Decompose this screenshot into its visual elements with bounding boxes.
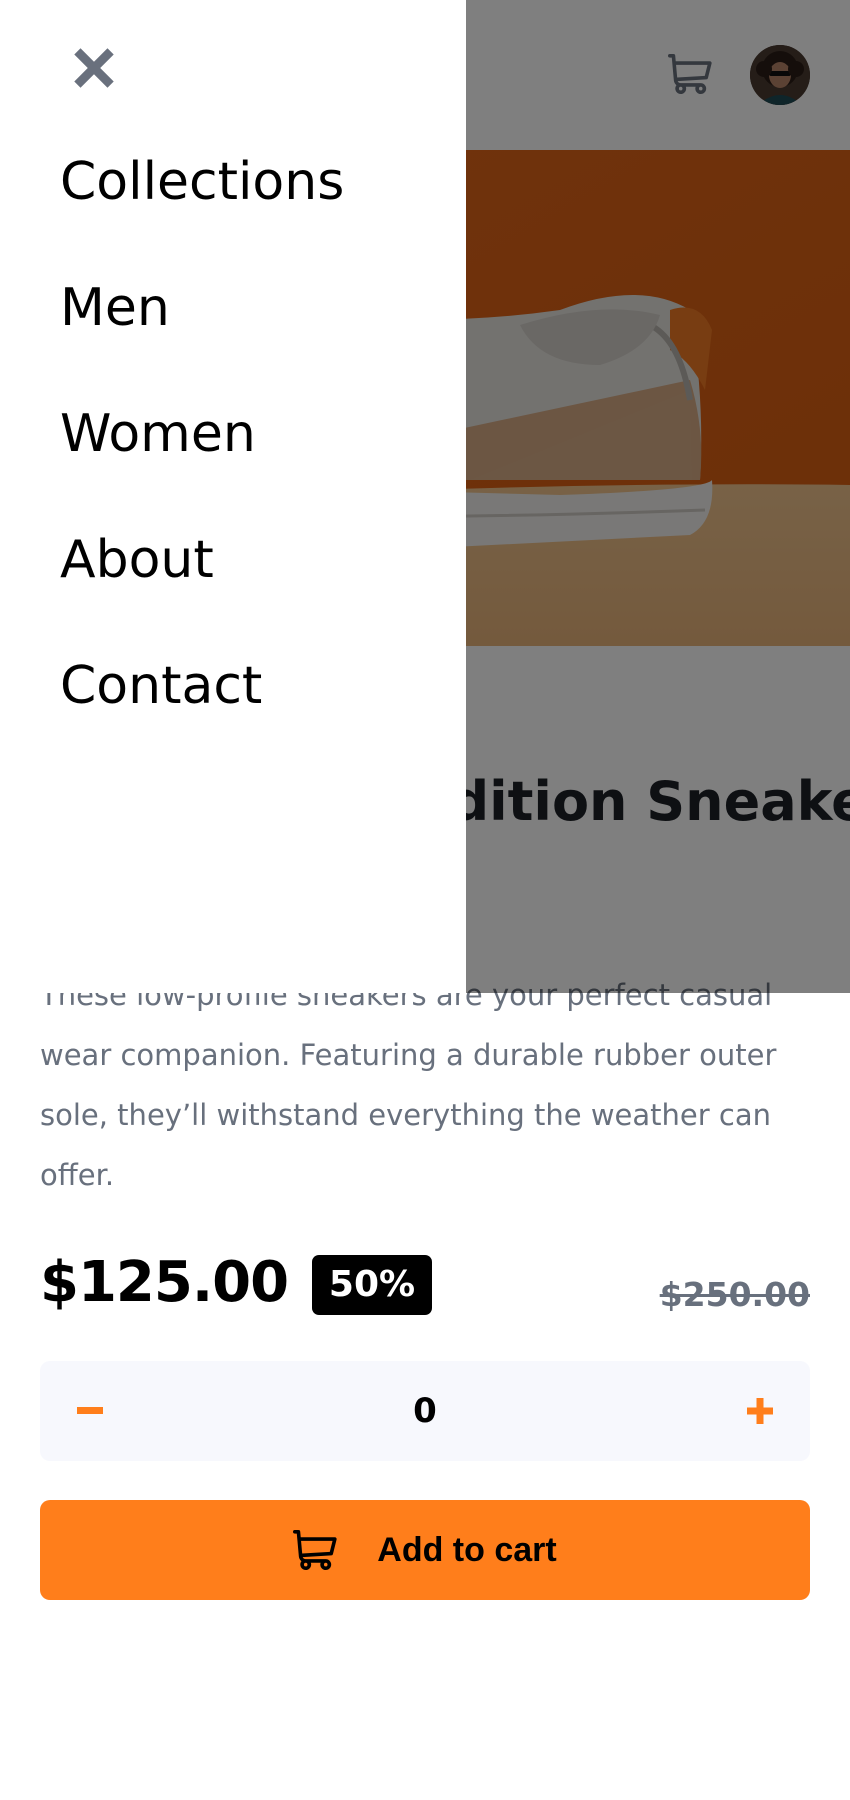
product-page: Fall Limited Edition Sneakers These low-… <box>0 0 850 1800</box>
increase-quantity-button[interactable] <box>710 1361 810 1461</box>
quantity-value: 0 <box>413 1391 437 1431</box>
menu-item-men[interactable]: Men <box>60 266 344 392</box>
side-menu: Collections Men Women About Contact <box>0 0 466 993</box>
quantity-stepper: 0 <box>40 1361 810 1461</box>
discount-badge: 50% <box>312 1255 432 1315</box>
menu-item-contact[interactable]: Contact <box>60 644 344 770</box>
product-description: These low-profile sneakers are your perf… <box>40 978 777 1192</box>
menu-item-collections[interactable]: Collections <box>60 140 344 266</box>
minus-icon <box>77 1407 103 1414</box>
menu-list: Collections Men Women About Contact <box>60 140 344 770</box>
plus-icon <box>747 1398 773 1424</box>
cart-icon <box>293 1530 337 1570</box>
current-price: $125.00 <box>40 1250 289 1315</box>
menu-item-about[interactable]: About <box>60 518 344 644</box>
close-icon[interactable] <box>72 46 116 90</box>
decrease-quantity-button[interactable] <box>40 1361 140 1461</box>
add-to-cart-label: Add to cart <box>377 1530 557 1569</box>
original-price: $250.00 <box>659 1275 810 1314</box>
menu-item-women[interactable]: Women <box>60 392 344 518</box>
add-to-cart-button[interactable]: Add to cart <box>40 1500 810 1600</box>
